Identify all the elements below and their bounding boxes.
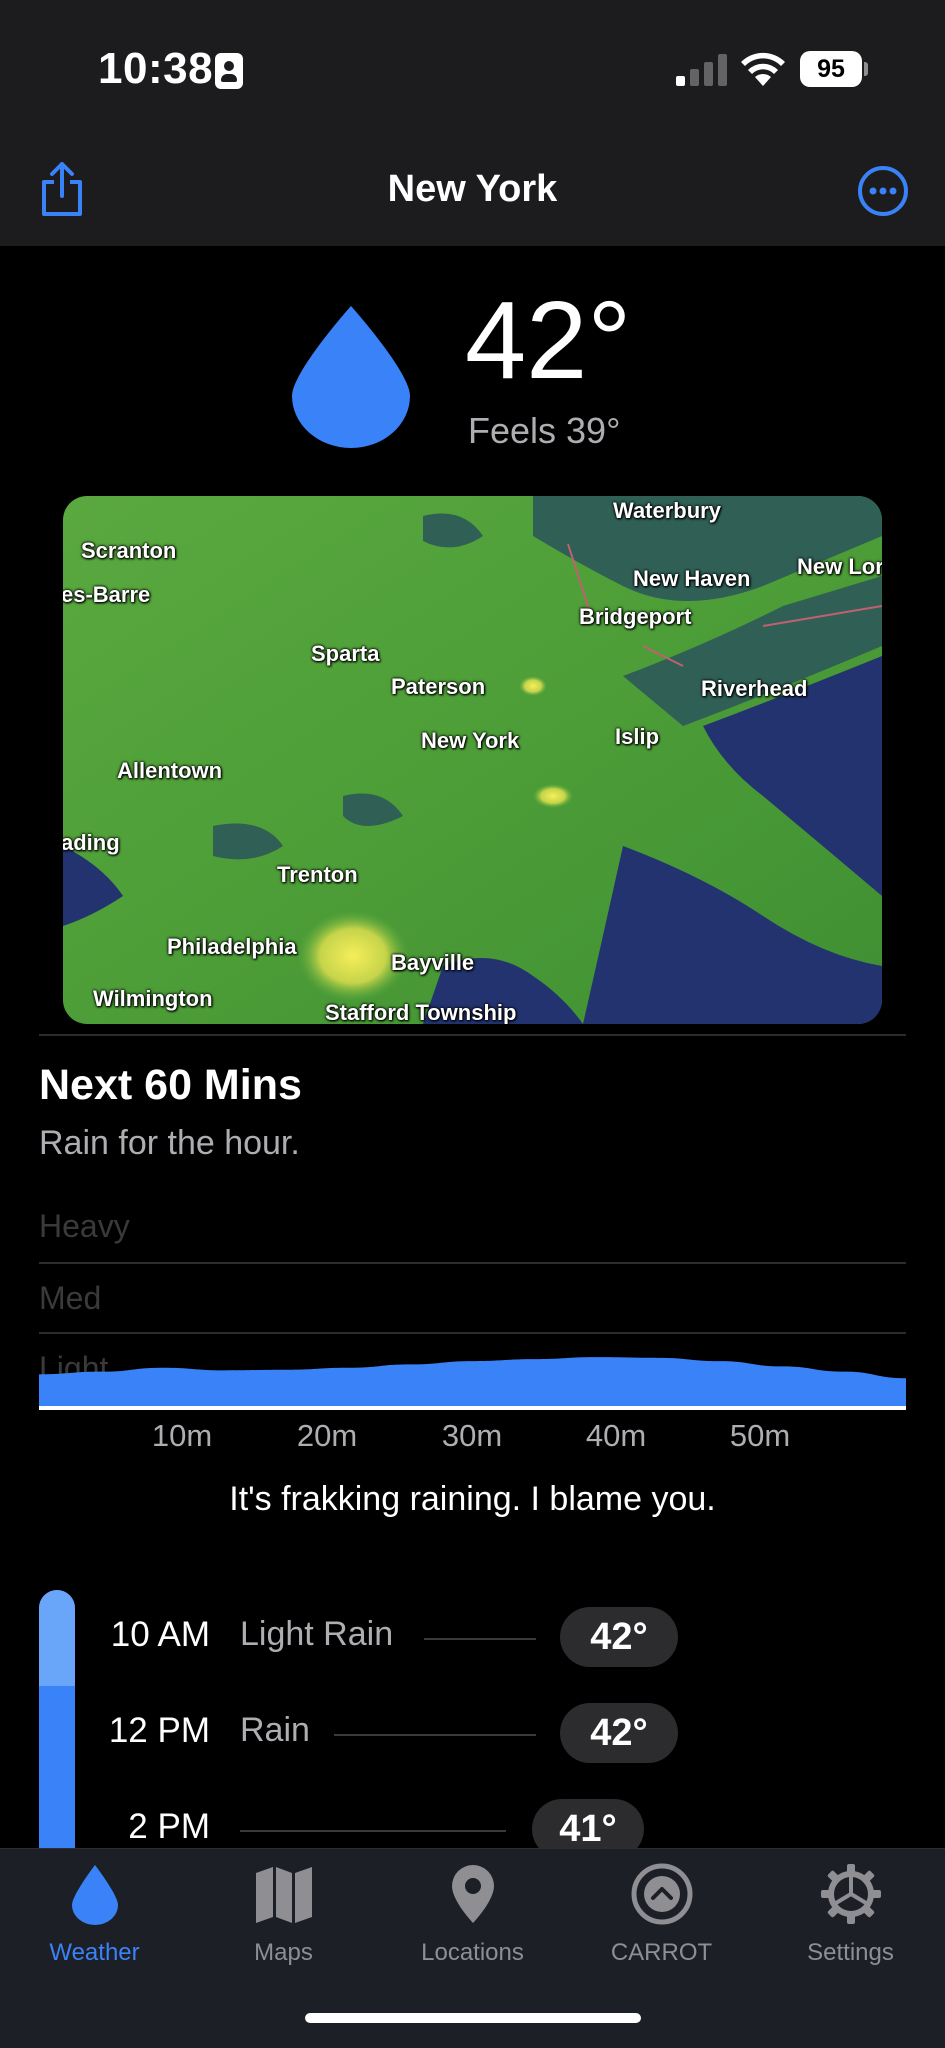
tab-label: Locations: [421, 1939, 524, 1966]
radar-map[interactable]: Waterbury Scranton New Haven New Lor es-…: [63, 496, 882, 1024]
hourly-condition: Rain: [240, 1711, 310, 1749]
feels-like: Feels 39°: [468, 410, 621, 451]
map-label: Trenton: [277, 862, 358, 887]
section-divider: [39, 1034, 906, 1036]
battery-icon: 95: [800, 51, 862, 87]
hourly-time: 10 AM: [110, 1615, 210, 1654]
section-summary: Rain for the hour.: [39, 1124, 300, 1162]
map-label: New York: [421, 728, 520, 753]
page-title: New York: [387, 168, 558, 210]
time-tick: 10m: [151, 1418, 213, 1453]
tab-label: Maps: [254, 1939, 313, 1966]
map-label: Waterbury: [613, 498, 721, 523]
cellular-signal-icon: [676, 54, 727, 86]
map-icon: [255, 1867, 312, 1923]
location-pin-icon: [451, 1865, 494, 1923]
hourly-condition: Light Rain: [240, 1615, 394, 1653]
raindrop-icon: [71, 1865, 118, 1925]
map-label: Scranton: [81, 538, 177, 563]
hourly-temp-pill: 42°: [560, 1703, 678, 1763]
more-icon[interactable]: [856, 164, 910, 218]
hourly-connector: [334, 1734, 536, 1736]
map-label: ading: [63, 830, 120, 855]
carrot-logo-icon: [631, 1863, 692, 1925]
map-label: Paterson: [391, 674, 486, 699]
precipitation-chart: [39, 1357, 906, 1410]
map-label: Bridgeport: [579, 604, 692, 629]
tab-label: CARROT: [610, 1939, 713, 1966]
hourly-connector: [424, 1638, 536, 1640]
precipitation-area: [39, 1357, 906, 1406]
hourly-temp-pill: 42°: [560, 1607, 678, 1667]
map-label: Allentown: [117, 758, 223, 783]
tab-settings[interactable]: Settings: [756, 1863, 945, 1983]
map-label: Wilmington: [93, 986, 213, 1011]
grid-line: [39, 1262, 906, 1264]
map-label: es-Barre: [63, 582, 151, 607]
weather-quip: It's frakking raining. I blame you.: [229, 1480, 716, 1518]
tab-carrot[interactable]: CARROT: [567, 1863, 756, 1983]
chart-baseline: [39, 1406, 906, 1410]
map-label: Philadelphia: [167, 934, 297, 959]
map-label: Sparta: [311, 641, 380, 666]
current-temperature: 42°: [465, 279, 632, 402]
tab-maps[interactable]: Maps: [189, 1863, 378, 1983]
time-tick: 40m: [585, 1418, 647, 1453]
home-indicator: [305, 2013, 641, 2023]
map-label: New Lor: [797, 554, 882, 579]
wifi-icon: [741, 52, 785, 86]
id-card-icon: [215, 53, 243, 89]
map-label: Riverhead: [701, 676, 808, 701]
gear-icon: [820, 1864, 881, 1924]
raindrop-icon: [292, 306, 410, 448]
map-label: Bayville: [391, 950, 475, 975]
battery-tip: [864, 62, 868, 76]
grid-line: [39, 1332, 906, 1334]
status-time: 10:38: [98, 44, 214, 93]
map-label: New Haven: [633, 566, 751, 591]
time-tick: 20m: [296, 1418, 358, 1453]
hourly-time: 2 PM: [128, 1807, 210, 1846]
map-label: Islip: [615, 724, 660, 749]
section-title: Next 60 Mins: [39, 1061, 302, 1109]
tab-locations[interactable]: Locations: [378, 1863, 567, 1983]
tab-label: Weather: [49, 1939, 140, 1966]
tab-weather[interactable]: Weather: [0, 1863, 189, 1983]
intensity-label-heavy: Heavy: [39, 1208, 130, 1244]
map-label: Stafford Township: [325, 1000, 517, 1024]
time-tick: 50m: [729, 1418, 791, 1453]
time-tick: 30m: [441, 1418, 503, 1453]
hourly-row[interactable]: 12 PM Rain 42°: [0, 1703, 945, 1763]
hourly-row[interactable]: 10 AM Light Rain 42°: [0, 1607, 945, 1667]
tab-label: Settings: [807, 1939, 894, 1966]
hourly-time: 12 PM: [108, 1711, 210, 1750]
hourly-connector: [240, 1830, 506, 1832]
intensity-label-med: Med: [39, 1280, 102, 1316]
